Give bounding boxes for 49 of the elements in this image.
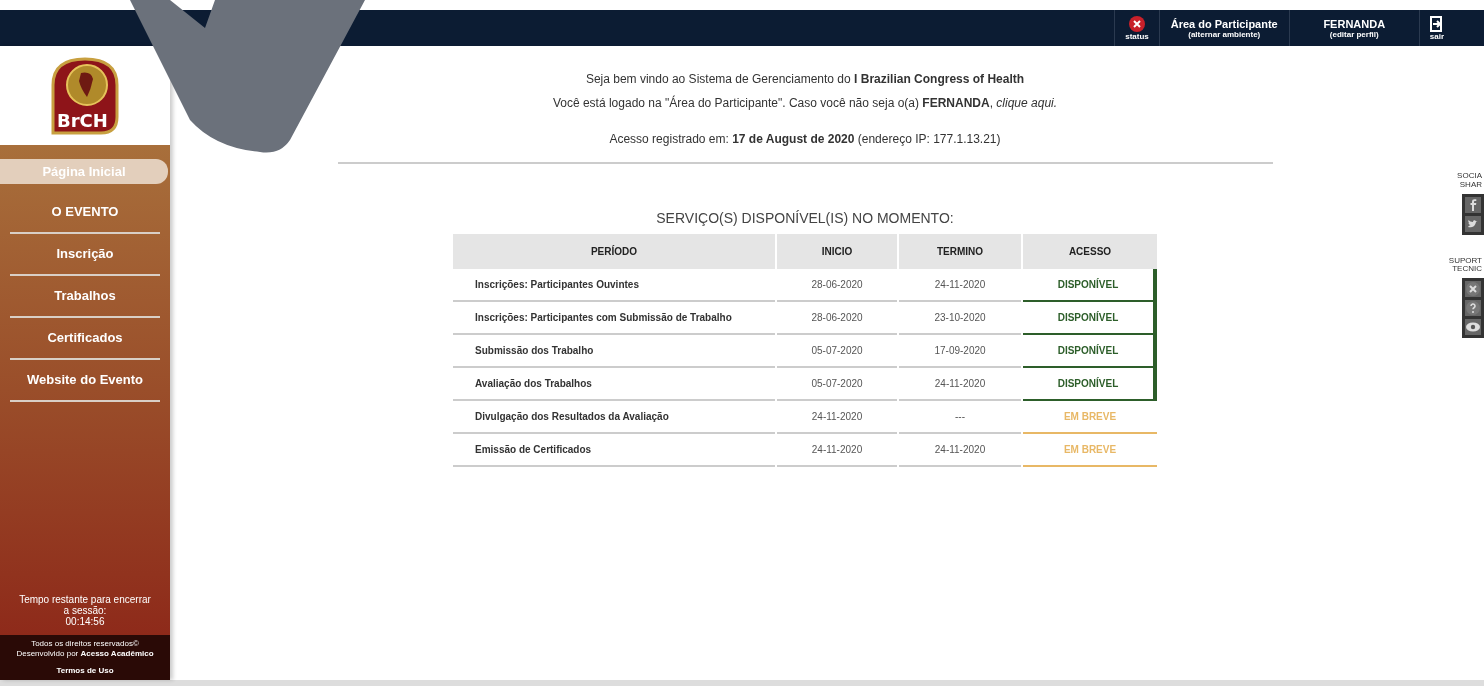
access-status: DISPONÍVEL: [1023, 302, 1157, 335]
table-cell: 24-11-2020: [899, 269, 1021, 302]
copyright-text: Todos os direitos reservados©: [31, 638, 139, 648]
table-cell: 24-11-2020: [777, 434, 897, 467]
welcome-text: Seja bem vindo ao Sistema de Gerenciamento do I Brazilian Congress of Health: [585, 72, 1025, 86]
table-cell: 28-06-2020: [777, 302, 897, 335]
table-cell: Submissão dos Trabalho: [453, 335, 775, 368]
menu-item[interactable]: Website do Evento: [10, 360, 160, 402]
column-header: ACESSO: [1023, 234, 1157, 269]
eye-icon[interactable]: [1465, 319, 1481, 336]
access-status: EM BREVE: [1023, 434, 1157, 467]
close-icon: [1129, 15, 1145, 32]
support-label: SUPORT TECNIC: [1447, 256, 1483, 275]
exit-icon: [1429, 15, 1444, 32]
table-cell: Avaliação dos Trabalhos: [453, 368, 775, 401]
table-cell: Emissão de Certificados: [453, 434, 775, 467]
column-header: TERMINO: [899, 234, 1021, 269]
table-cell: 17-09-2020: [899, 335, 1021, 368]
services-title: SERVIÇO(S) DISPONÍVEL(IS) NO MOMENTO:: [656, 210, 954, 226]
click-here-link[interactable]: clique aqui.: [996, 96, 1058, 110]
access-status: DISPONÍVEL: [1023, 269, 1157, 302]
table-cell: 24-11-2020: [899, 368, 1021, 401]
table-cell: 24-11-2020: [777, 401, 897, 434]
menu-item[interactable]: Trabalhos: [10, 276, 160, 318]
access-status: EM BREVE: [1023, 401, 1157, 434]
terms-link[interactable]: Termos de Uso: [0, 665, 170, 676]
column-header: INICIO: [777, 234, 897, 269]
access-status: DISPONÍVEL: [1023, 335, 1157, 368]
table-cell: 05-07-2020: [777, 368, 897, 401]
table-cell: Inscrições: Participantes Ouvintes: [453, 269, 775, 302]
column-header: PERÍODO: [453, 234, 775, 269]
menu-item[interactable]: Inscrição: [10, 234, 160, 276]
login-notice: Você está logado na "Área do Participante". Caso você não seja o(a) FERNANDA,: [552, 96, 993, 110]
access-status: DISPONÍVEL: [1023, 368, 1157, 401]
table-cell: 23-10-2020: [899, 302, 1021, 335]
access-log-text: Acesso registrado em: 17 de August de 2020 (endereço IP: 177.1.13.21): [609, 132, 1001, 146]
developer-text: Desenvolvido por Acesso Acadêmico: [16, 649, 154, 659]
table-cell: 05-07-2020: [777, 335, 897, 368]
table-cell: Inscrições: Participantes com Submissão de Trabalho: [453, 302, 775, 335]
table-cell: Divulgação dos Resultados da Avaliação: [453, 401, 775, 434]
menu-item[interactable]: Certificados: [10, 318, 160, 360]
table-cell: ---: [899, 401, 1021, 434]
table-cell: 24-11-2020: [899, 434, 1021, 467]
menu-item[interactable]: O EVENTO: [10, 192, 160, 234]
social-label: SOCIA SHAR: [1456, 172, 1483, 190]
horizontal-scrollbar[interactable]: [0, 680, 1484, 686]
table-cell: 28-06-2020: [777, 269, 897, 302]
help-icon[interactable]: [1465, 300, 1481, 317]
session-timer-text: Tempo restante para encerrar a sessão: 00:14:56: [18, 593, 152, 629]
